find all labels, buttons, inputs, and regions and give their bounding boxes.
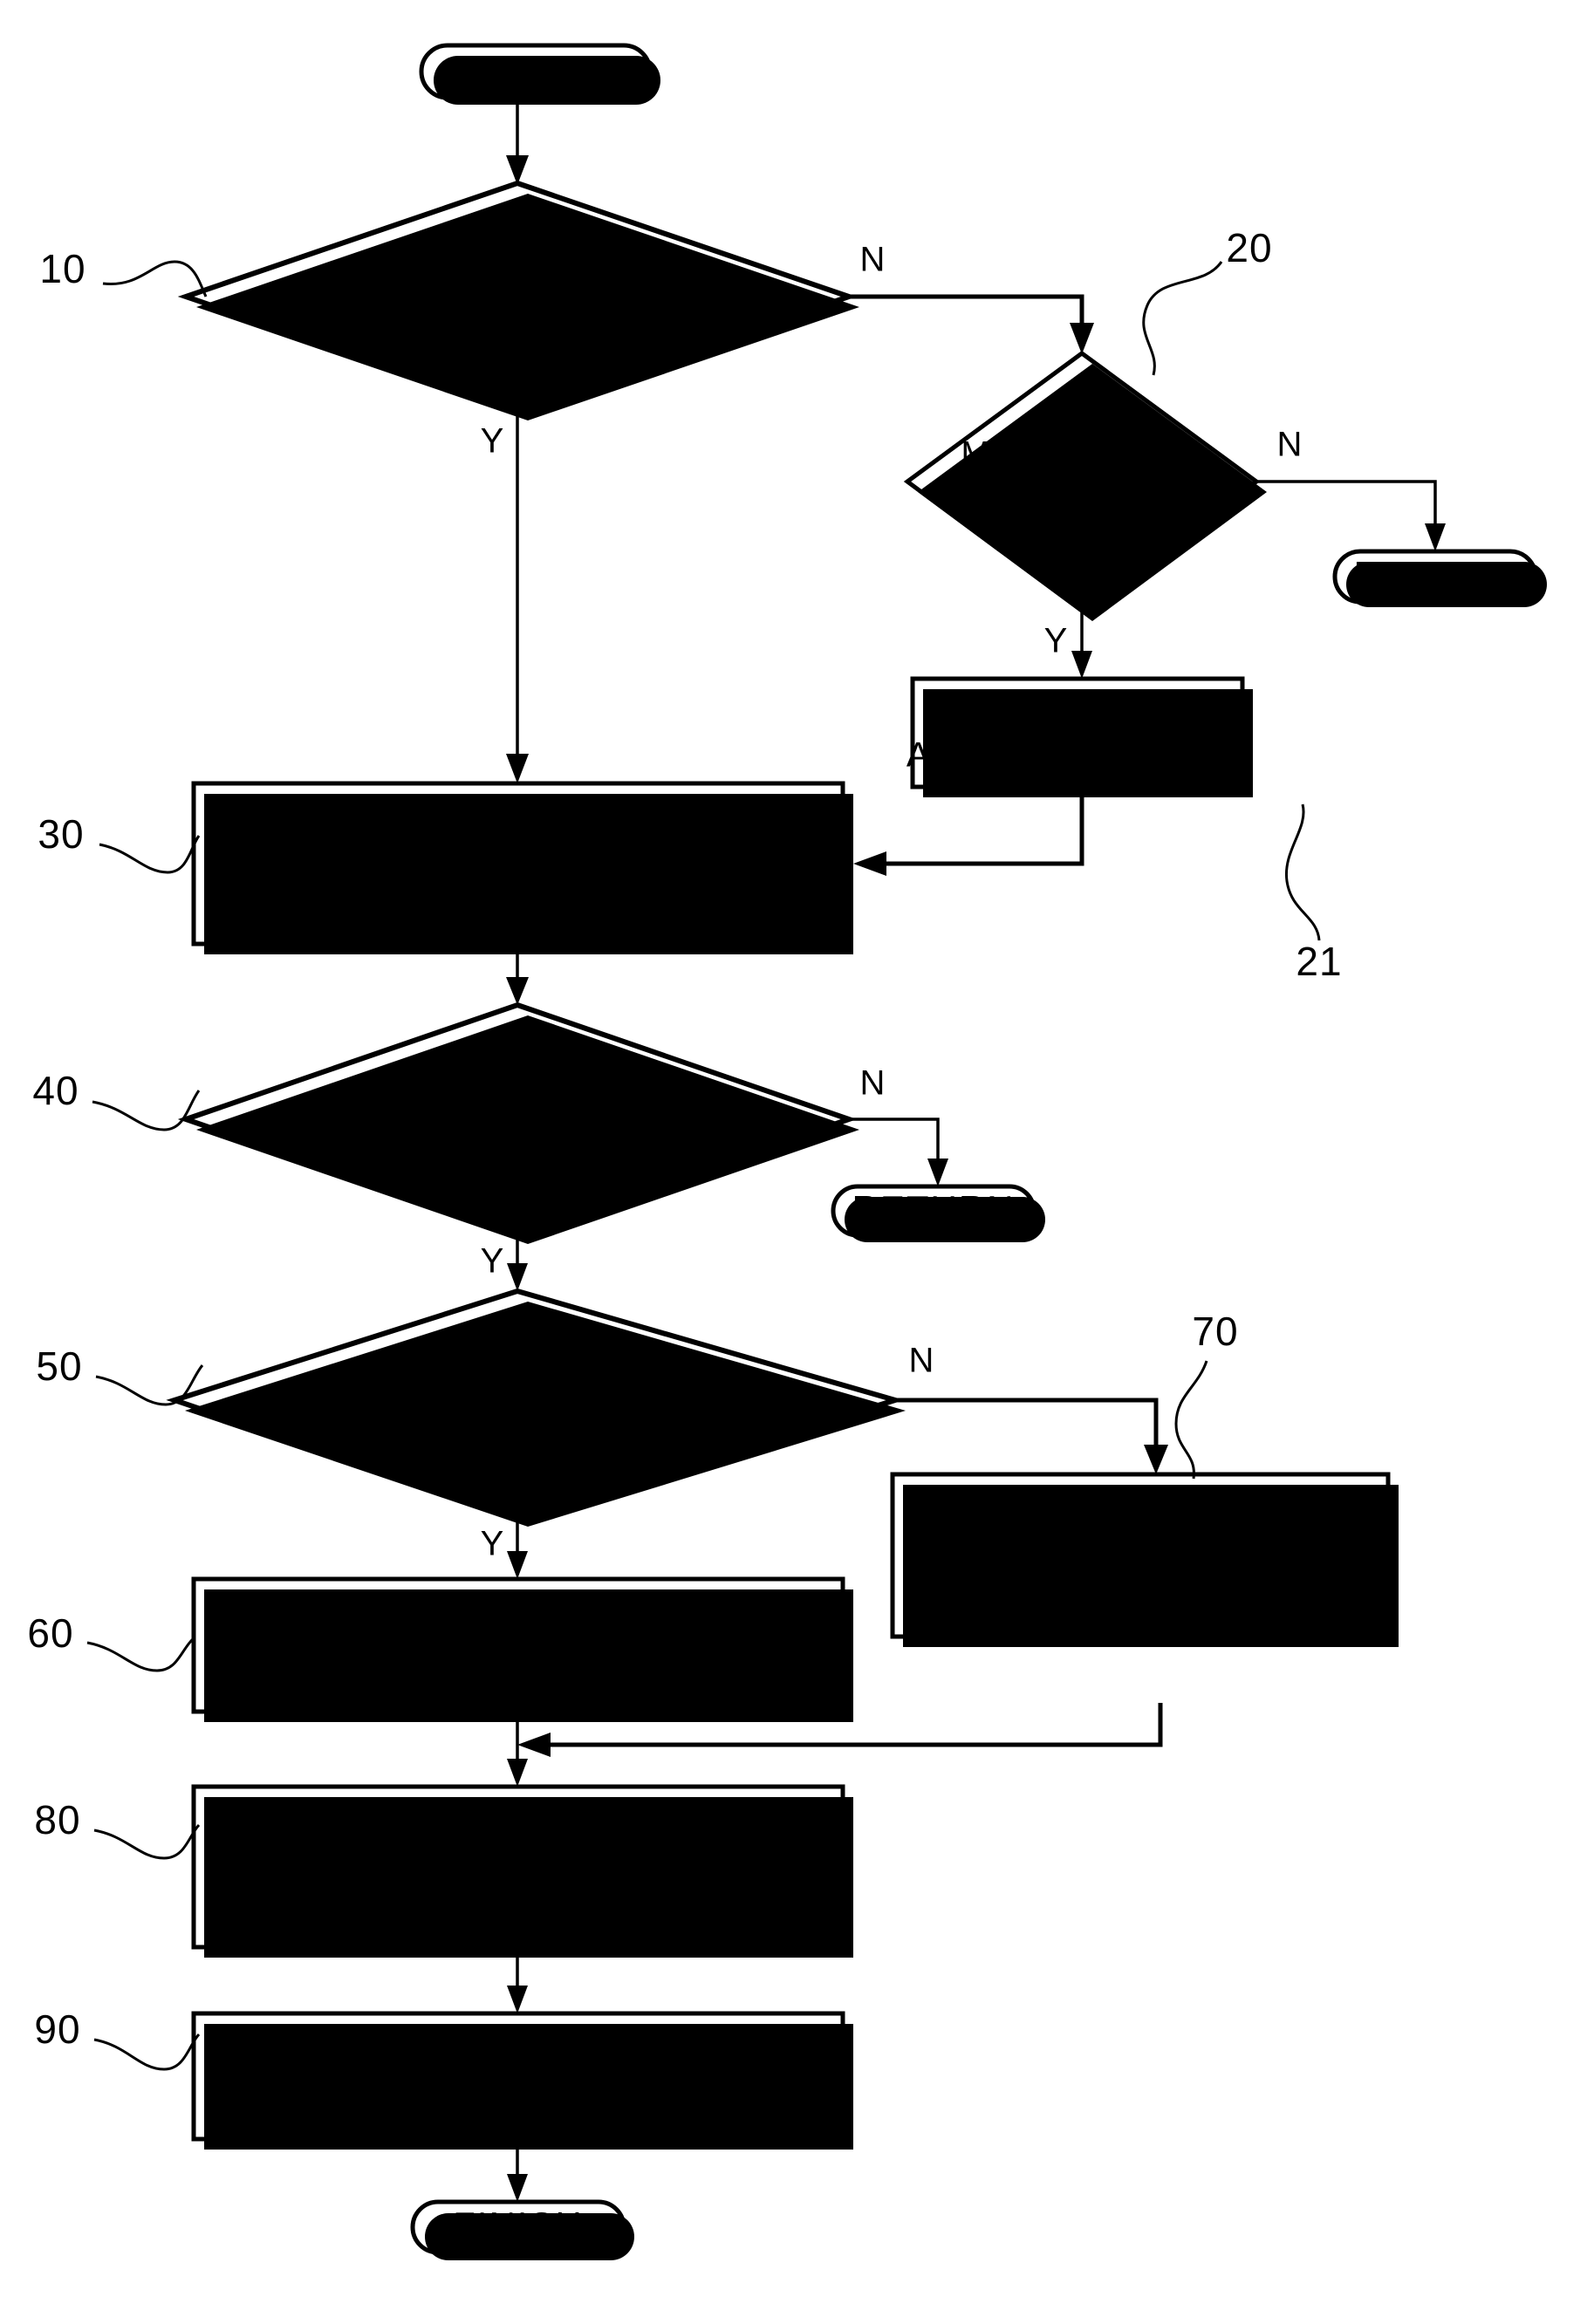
p21-line1: TURNING-ON [960,687,1196,726]
p30-line1: BACKING-UP USER-SET [304,793,732,831]
d40-line1: IS [500,1042,536,1080]
leader-80 [93,1823,201,1860]
process-turning-on-auxiliary-power[interactable]: TURNING-ON AUXILIARY POWER [906,676,1253,797]
leader-10 [102,260,208,297]
d40-yes-label: Y [481,1242,504,1281]
p60-line1: SELECTING USER-SET [314,1598,722,1637]
terminal-return-2[interactable]: RETURN [831,1184,1045,1242]
d40-line2: SYSTEM BOOTED [359,1098,676,1137]
flowchart-svg: 10 20 21 30 40 50 60 70 80 90 START IS B… [27,43,1547,2260]
d20-line1: IS [1064,389,1100,427]
connector-p21-to-p30 [853,794,1084,876]
flowchart-container: 10 20 21 30 40 50 60 70 80 90 START IS B… [0,0,1594,2324]
d40-line3: ? [507,1159,528,1197]
process-downloading-selected-data[interactable]: DOWNLOADING SELECTED DATA OF THE FLASH M… [191,1784,853,1958]
p21-line2: AUXILIARY POWER [906,736,1249,775]
p30-line2: DATA OF MAIN MEMORY [302,843,734,881]
d20-yes-label: Y [1044,622,1068,660]
ref-40: 40 [32,1068,79,1113]
decision-backup-command-input[interactable]: IS BACKUP COMMAND INPUT? [177,180,859,420]
process-selecting-user-set-initialization-data[interactable]: SELECTING USER-SET INITIALIZATION DATA [191,1576,853,1722]
connector-d20-yes-to-p21 [1071,611,1092,679]
connector-start-to-d10 [506,98,529,185]
ref-50: 50 [36,1343,82,1389]
leader-20 [1142,261,1223,376]
process-selecting-default-initialization-data[interactable]: SELECTING DEFAULT INITIALIZATION DATA [890,1472,1399,1647]
connector-d50-yes-to-p60 [507,1516,528,1579]
ref-20: 20 [1226,225,1272,270]
d40-no-label: N [860,1064,886,1103]
ref-30: 30 [38,811,84,857]
process-backing-up-user-set-data[interactable]: BACKING-UP USER-SET DATA OF MAIN MEMORY … [191,781,853,954]
ref-60: 60 [27,1610,73,1656]
leader-70 [1174,1360,1208,1480]
return1-label: RETURN [1354,554,1517,595]
p70-line1: SELECTING DEFAULT [948,1485,1332,1523]
finish-label: FINISH [453,2204,584,2245]
d10-yes-label: Y [481,422,504,461]
p70-line2: INITIALIZATION [1004,1535,1276,1573]
p70-line3: DATA [1094,1584,1187,1623]
decision-initialization-menu-set-by-user[interactable]: IS INITIALIZATION MENU SET BY USER ? [166,1288,906,1527]
connector-p30-to-d40 [506,946,529,1005]
p80-line1: DOWNLOADING SELECTED [275,1796,763,1835]
d20-line3: TURNED [1005,478,1159,516]
d10-no-label: N [860,241,886,279]
ref-10: 10 [39,246,86,291]
p60-line2: INITIALIZATION DATA [331,1657,707,1695]
d50-yes-label: Y [481,1525,504,1563]
d20-no-label: N [1277,426,1303,464]
p80-line2: DATA OF THE FLASH [334,1846,701,1884]
leader-30 [99,835,201,874]
d10-line1: IS [500,219,536,257]
connector-d10-yes-to-p30 [506,410,529,783]
p80-line3: MEMORY TO MAIN MEMORY [267,1895,770,1933]
leader-60 [86,1637,195,1672]
terminal-start[interactable]: START [419,43,660,105]
p30-line3: TO FLASH MEMORY [340,892,696,930]
d50-line2: INITIALIZATION MENU [322,1375,713,1413]
p90-line2: TO SELECTED DATA [339,2083,699,2122]
p90-line1: INITIALIZING ACCORDING [288,2027,749,2066]
decision-system-booted[interactable]: IS SYSTEM BOOTED ? [177,1001,859,1244]
return2-label: RETURN [852,1188,1016,1229]
ref-21: 21 [1296,939,1342,984]
leader-21 [1284,803,1321,941]
d50-line1: IS [500,1321,536,1359]
connector-d10-no-to-d20 [849,294,1094,354]
d20-line4: OFF? [1035,522,1129,560]
terminal-finish[interactable]: FINISH [410,2199,634,2260]
connector-d50-no-to-p70 [895,1398,1168,1474]
start-label: START [473,50,599,91]
leader-90 [93,2033,201,2071]
d50-line4: ? [507,1460,528,1499]
d20-line2: MAIN POWER [961,435,1202,474]
terminal-return-1[interactable]: RETURN [1332,549,1547,607]
d50-line3: SET BY USER [395,1413,640,1452]
ref-70: 70 [1192,1309,1238,1354]
process-initializing-according-to-selected-data[interactable]: INITIALIZING ACCORDING TO SELECTED DATA [191,2011,853,2150]
d10-line3: INPUT? [451,337,583,375]
connector-p60-to-p80 [507,1712,528,1787]
leader-40 [92,1090,201,1131]
ref-80: 80 [34,1797,80,1842]
decision-main-power-off[interactable]: IS MAIN POWER TURNED OFF? [903,350,1267,621]
d10-line2: BACKUP COMMAND [340,276,695,314]
connector-d20-no-to-return1 [1256,480,1446,551]
d50-no-label: N [909,1342,934,1380]
connector-d40-no-to-return2 [849,1118,948,1186]
ref-90: 90 [34,2006,80,2052]
